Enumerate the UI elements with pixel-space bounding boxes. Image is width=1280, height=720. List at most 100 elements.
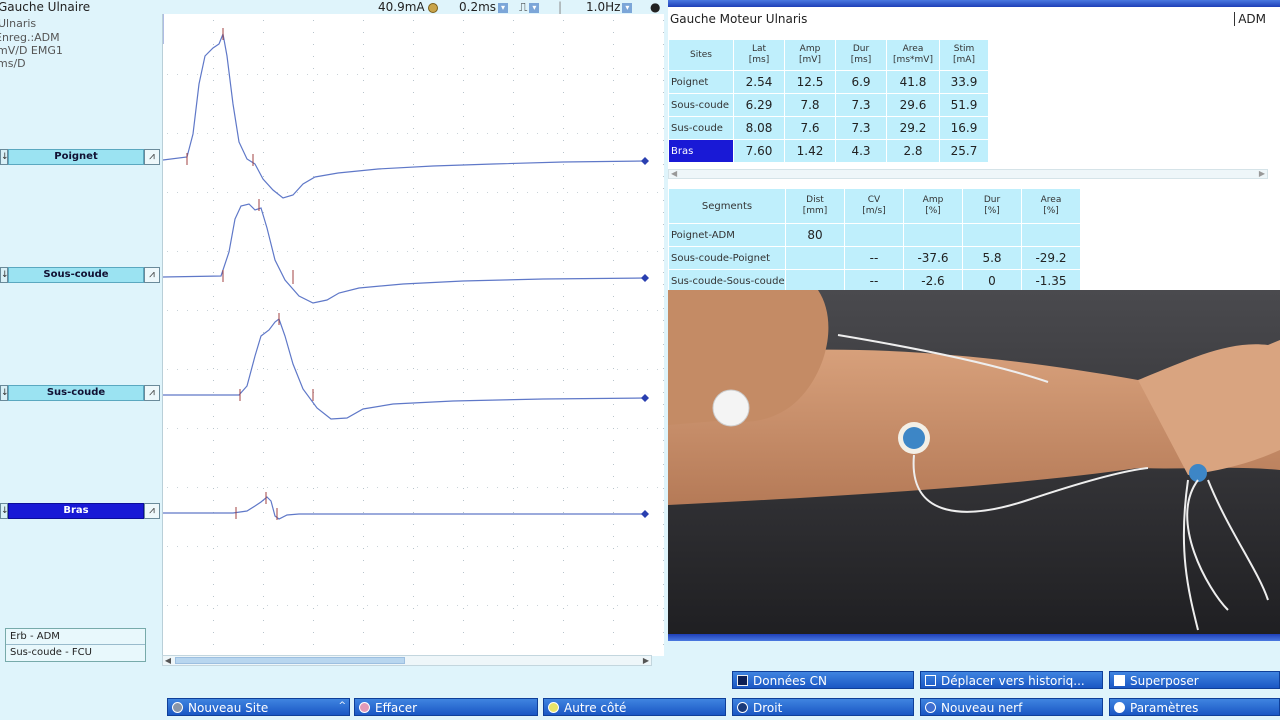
dist-cell[interactable] <box>786 247 844 269</box>
table-row-active[interactable]: Bras 7.60 1.42 4.3 2.8 25.7 <box>669 140 988 162</box>
grid-dot <box>637 310 638 311</box>
segment-cell[interactable]: Sous-coude-Poignet <box>669 247 785 269</box>
table-row[interactable]: Sus-coude 8.08 7.6 7.3 29.2 16.9 <box>669 117 988 139</box>
sites-table-scrollbar[interactable]: ◀ ▶ <box>668 169 1268 179</box>
grid-dot <box>587 74 588 75</box>
grid-dot <box>567 605 568 606</box>
table-row[interactable]: Poignet-ADM 80 <box>669 224 1080 246</box>
grid-dot <box>417 428 418 429</box>
grid-dot <box>347 192 348 193</box>
site-label[interactable]: Sous-coude <box>8 267 144 283</box>
table-row[interactable]: Sous-coude 6.29 7.8 7.3 29.6 51.9 <box>669 94 988 116</box>
site-cell-active[interactable]: Bras <box>669 140 733 162</box>
grid-dot <box>497 369 498 370</box>
nouveau-site-button[interactable]: Nouveau Site ^ <box>167 698 350 716</box>
grid-dot <box>663 380 664 381</box>
grid-dot <box>547 369 548 370</box>
deplacer-historique-button[interactable]: Déplacer vers historiq... <box>920 671 1103 689</box>
grid-dot <box>663 560 664 561</box>
pulse-shape[interactable]: ⎍ ▾ <box>519 0 540 15</box>
area-cell: -29.2 <box>1022 247 1080 269</box>
segment-cell[interactable]: Sus-coude-Sous-coude <box>669 270 785 292</box>
grid-dot <box>217 133 218 134</box>
stim-rate[interactable]: 1.0Hz ▾ <box>586 0 633 14</box>
grid-dot <box>563 152 564 153</box>
site-arrow-icon[interactable]: ↓ <box>0 503 9 519</box>
grid-dot <box>467 192 468 193</box>
checkbox-icon[interactable] <box>737 675 748 686</box>
grid-dot <box>187 487 188 488</box>
grid-dot <box>197 310 198 311</box>
table-row[interactable]: Poignet 2.54 12.5 6.9 41.8 33.9 <box>669 71 988 93</box>
stim-knob-icon[interactable] <box>428 2 439 13</box>
grid-dot <box>647 192 648 193</box>
site-row-bras[interactable]: ↓ Bras ⩘ <box>0 503 160 519</box>
scroll-left-icon[interactable]: ◀ <box>163 656 173 665</box>
dist-cell[interactable] <box>786 270 844 292</box>
grid-dot <box>607 133 608 134</box>
nouveau-nerf-button[interactable]: Nouveau nerf <box>920 698 1103 716</box>
col-header-cv: CV [m/s] <box>845 189 903 223</box>
scroll-left-icon[interactable]: ◀ <box>671 169 677 178</box>
grid-dot <box>167 369 168 370</box>
waveform-icon[interactable]: ⩘ <box>144 503 160 519</box>
autre-cote-button[interactable]: Autre côté <box>543 698 726 716</box>
checkbox-icon[interactable] <box>1114 675 1125 686</box>
stim-intensity[interactable]: 40.9mA <box>378 0 439 14</box>
pulse-duration[interactable]: 0.2ms ▾ <box>459 0 509 14</box>
grid-dot <box>663 92 664 93</box>
segment-cell[interactable]: Poignet-ADM <box>669 224 785 246</box>
site-label[interactable]: Sus-coude <box>8 385 144 401</box>
parametres-button[interactable]: Paramètres <box>1109 698 1280 716</box>
grid-dot <box>527 428 528 429</box>
site-cell[interactable]: Poignet <box>669 71 733 93</box>
grid-dot <box>497 428 498 429</box>
waveform-horizontal-scrollbar[interactable]: ◀ ▶ <box>162 655 652 666</box>
site-arrow-icon[interactable]: ↓ <box>0 267 9 283</box>
scroll-right-icon[interactable]: ▶ <box>1259 169 1265 178</box>
list-item[interactable]: Sus-coude - FCU <box>6 645 145 661</box>
table-row[interactable]: Sous-coude-Poignet -- -37.6 5.8 -29.2 <box>669 247 1080 269</box>
donnees-cn-button[interactable]: Données CN <box>732 671 914 689</box>
dist-cell[interactable]: 80 <box>786 224 844 246</box>
grid-dot <box>167 428 168 429</box>
chevron-down-icon[interactable]: ▾ <box>622 2 633 13</box>
list-item[interactable]: Erb - ADM <box>6 629 145 645</box>
superposer-button[interactable]: Superposer <box>1109 671 1280 689</box>
grid-dot <box>377 605 378 606</box>
grid-dot <box>287 74 288 75</box>
grid-dot <box>263 320 264 321</box>
site-row-poignet[interactable]: ↓ Poignet ⩘ <box>0 149 160 165</box>
grid-dot <box>463 596 464 597</box>
site-cell[interactable]: Sus-coude <box>669 117 733 139</box>
grid-dot <box>207 192 208 193</box>
waveform-icon[interactable]: ⩘ <box>144 267 160 283</box>
site-arrow-icon[interactable]: ↓ <box>0 385 9 401</box>
grid-dot <box>587 605 588 606</box>
checkbox-icon[interactable] <box>925 675 936 686</box>
waveform-panel[interactable] <box>162 14 664 656</box>
grid-dot <box>587 310 588 311</box>
grid-dot <box>357 605 358 606</box>
grid-dot <box>507 133 508 134</box>
site-cell[interactable]: Sous-coude <box>669 94 733 116</box>
site-row-sus-coude[interactable]: ↓ Sus-coude ⩘ <box>0 385 160 401</box>
waveform-icon[interactable]: ⩘ <box>144 149 160 165</box>
site-label[interactable]: Poignet <box>8 149 144 165</box>
grid-dot <box>367 369 368 370</box>
grid-dot <box>613 356 614 357</box>
grid-dot <box>563 452 564 453</box>
table-row[interactable]: Sus-coude-Sous-coude -- -2.6 0 -1.35 <box>669 270 1080 292</box>
scrollbar-thumb[interactable] <box>175 657 405 664</box>
site-arrow-icon[interactable]: ↓ <box>0 149 9 165</box>
droit-button[interactable]: Droit <box>732 698 914 716</box>
site-row-sous-coude[interactable]: ↓ Sous-coude ⩘ <box>0 267 160 283</box>
scroll-right-icon[interactable]: ▶ <box>641 656 651 665</box>
effacer-button[interactable]: Effacer <box>354 698 538 716</box>
chevron-down-icon[interactable]: ▾ <box>498 2 509 13</box>
grid-dot <box>617 428 618 429</box>
chevron-down-icon[interactable]: ▾ <box>529 2 540 13</box>
record-indicator-icon[interactable]: ● <box>650 0 660 14</box>
site-label-active[interactable]: Bras <box>8 503 144 519</box>
waveform-icon[interactable]: ⩘ <box>144 385 160 401</box>
